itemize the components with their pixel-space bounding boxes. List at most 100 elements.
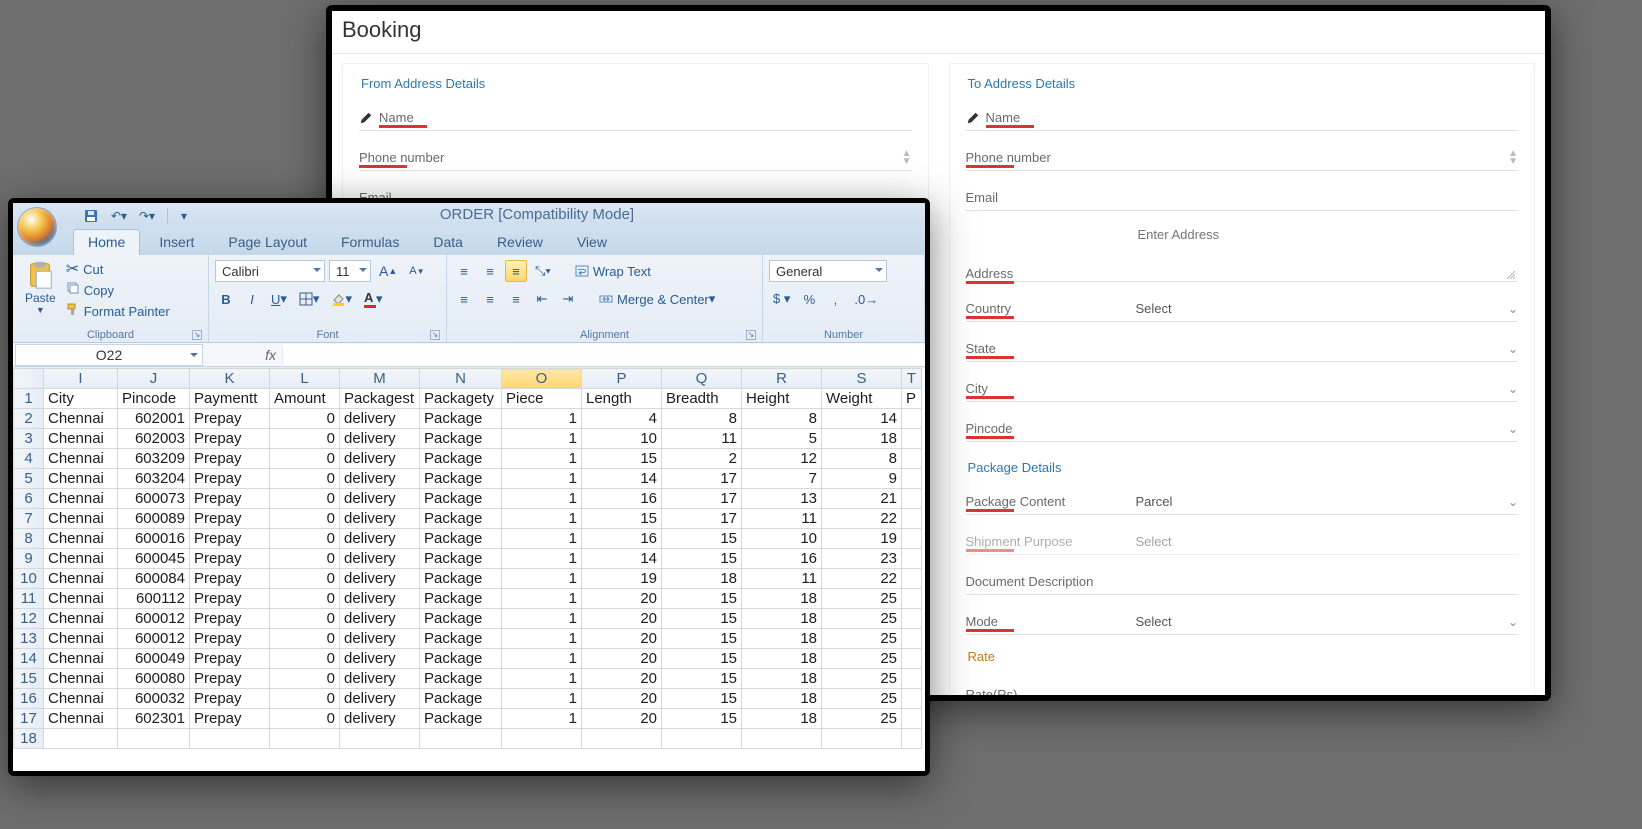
cell[interactable]: 0 bbox=[270, 469, 340, 489]
formula-input[interactable] bbox=[283, 344, 925, 366]
name-box[interactable]: O22 bbox=[15, 344, 203, 366]
cell[interactable]: delivery bbox=[340, 689, 420, 709]
cell[interactable]: 600080 bbox=[118, 669, 190, 689]
cell[interactable]: delivery bbox=[340, 449, 420, 469]
cell[interactable]: Package bbox=[420, 469, 502, 489]
undo-icon[interactable]: ↶▾ bbox=[107, 206, 131, 226]
cell[interactable]: Chennai bbox=[44, 609, 118, 629]
ribbon-tab-view[interactable]: View bbox=[562, 229, 622, 255]
cell[interactable]: Prepay bbox=[190, 689, 270, 709]
cut-button[interactable]: ✂Cut bbox=[66, 259, 170, 279]
cell[interactable]: 600084 bbox=[118, 569, 190, 589]
cell[interactable]: 25 bbox=[822, 589, 902, 609]
cell[interactable] bbox=[822, 729, 902, 749]
cell[interactable]: Piece bbox=[502, 389, 582, 409]
cell[interactable]: Prepay bbox=[190, 449, 270, 469]
cell[interactable]: Prepay bbox=[190, 409, 270, 429]
cell[interactable] bbox=[190, 729, 270, 749]
to-pincode-field[interactable]: Pincode ⌄ bbox=[966, 416, 1519, 442]
cell[interactable]: 20 bbox=[582, 709, 662, 729]
column-header[interactable]: N bbox=[420, 369, 502, 389]
cell[interactable]: 15 bbox=[662, 589, 742, 609]
shrink-font-button[interactable]: A▼ bbox=[405, 260, 428, 282]
cell[interactable]: Prepay bbox=[190, 469, 270, 489]
cell[interactable]: 600049 bbox=[118, 649, 190, 669]
cell[interactable]: Package bbox=[420, 649, 502, 669]
column-header[interactable]: P bbox=[582, 369, 662, 389]
cell[interactable]: 600089 bbox=[118, 509, 190, 529]
from-name-field[interactable]: Name bbox=[359, 105, 912, 131]
cell[interactable]: Chennai bbox=[44, 469, 118, 489]
cell[interactable]: 0 bbox=[270, 489, 340, 509]
percent-format-button[interactable]: % bbox=[798, 288, 820, 310]
cell[interactable]: 15 bbox=[662, 709, 742, 729]
cell[interactable]: 0 bbox=[270, 549, 340, 569]
cell[interactable] bbox=[902, 469, 922, 489]
column-header[interactable]: Q bbox=[662, 369, 742, 389]
cell[interactable]: 15 bbox=[662, 609, 742, 629]
cell[interactable]: 8 bbox=[742, 409, 822, 429]
row-header[interactable]: 2 bbox=[14, 409, 44, 429]
cell[interactable]: 0 bbox=[270, 569, 340, 589]
grow-font-button[interactable]: A▲ bbox=[375, 260, 401, 282]
package-content-field[interactable]: Package Content Parcel ⌄ bbox=[966, 489, 1519, 515]
cell[interactable]: 600012 bbox=[118, 629, 190, 649]
cell[interactable]: 10 bbox=[582, 429, 662, 449]
cell[interactable]: 18 bbox=[742, 589, 822, 609]
align-bottom-button[interactable]: ≡ bbox=[505, 260, 527, 282]
rate-input[interactable] bbox=[1136, 686, 1519, 695]
column-header[interactable]: J bbox=[118, 369, 190, 389]
cell[interactable]: 25 bbox=[822, 669, 902, 689]
cell[interactable]: 0 bbox=[270, 609, 340, 629]
cell[interactable]: 15 bbox=[662, 629, 742, 649]
cell[interactable]: 20 bbox=[582, 609, 662, 629]
cell[interactable]: Package bbox=[420, 409, 502, 429]
cell[interactable]: 15 bbox=[582, 509, 662, 529]
to-email-field[interactable]: Email bbox=[966, 185, 1519, 211]
cell[interactable]: 0 bbox=[270, 529, 340, 549]
cell[interactable] bbox=[902, 429, 922, 449]
cell[interactable]: 0 bbox=[270, 669, 340, 689]
row-header[interactable]: 6 bbox=[14, 489, 44, 509]
borders-button[interactable]: ▾ bbox=[295, 288, 324, 310]
row-header[interactable]: 11 bbox=[14, 589, 44, 609]
align-right-button[interactable]: ≡ bbox=[505, 288, 527, 310]
cell[interactable]: 18 bbox=[742, 629, 822, 649]
cell[interactable]: 17 bbox=[662, 469, 742, 489]
dialog-launcher-icon[interactable]: ↘ bbox=[192, 330, 202, 340]
ribbon-tab-data[interactable]: Data bbox=[418, 229, 478, 255]
cell[interactable]: 1 bbox=[502, 449, 582, 469]
align-left-button[interactable]: ≡ bbox=[453, 288, 475, 310]
cell[interactable]: 25 bbox=[822, 649, 902, 669]
cell[interactable]: 0 bbox=[270, 649, 340, 669]
comma-format-button[interactable]: , bbox=[824, 288, 846, 310]
cell[interactable]: delivery bbox=[340, 629, 420, 649]
cell[interactable]: 8 bbox=[662, 409, 742, 429]
cell[interactable] bbox=[118, 729, 190, 749]
row-header[interactable]: 17 bbox=[14, 709, 44, 729]
cell[interactable] bbox=[902, 489, 922, 509]
cell[interactable]: delivery bbox=[340, 409, 420, 429]
cell[interactable] bbox=[902, 609, 922, 629]
cell[interactable]: 1 bbox=[502, 549, 582, 569]
cell[interactable]: 1 bbox=[502, 469, 582, 489]
dialog-launcher-icon[interactable]: ↘ bbox=[746, 330, 756, 340]
column-header[interactable]: O bbox=[502, 369, 582, 389]
cell[interactable]: Chennai bbox=[44, 429, 118, 449]
to-city-field[interactable]: City ⌄ bbox=[966, 376, 1519, 402]
cell[interactable]: Breadth bbox=[662, 389, 742, 409]
cell[interactable]: 25 bbox=[822, 629, 902, 649]
column-header[interactable]: R bbox=[742, 369, 822, 389]
cell[interactable]: 19 bbox=[822, 529, 902, 549]
cell[interactable]: Package bbox=[420, 429, 502, 449]
cell[interactable]: 0 bbox=[270, 509, 340, 529]
dialog-launcher-icon[interactable]: ↘ bbox=[430, 330, 440, 340]
cell[interactable]: 600045 bbox=[118, 549, 190, 569]
cell[interactable]: 17 bbox=[662, 509, 742, 529]
merge-center-button[interactable]: Merge & Center▾ bbox=[595, 288, 719, 310]
to-address-input[interactable] bbox=[1136, 225, 1519, 281]
cell[interactable]: 20 bbox=[582, 669, 662, 689]
cell[interactable] bbox=[902, 529, 922, 549]
cell[interactable]: Chennai bbox=[44, 589, 118, 609]
cell[interactable]: 0 bbox=[270, 709, 340, 729]
